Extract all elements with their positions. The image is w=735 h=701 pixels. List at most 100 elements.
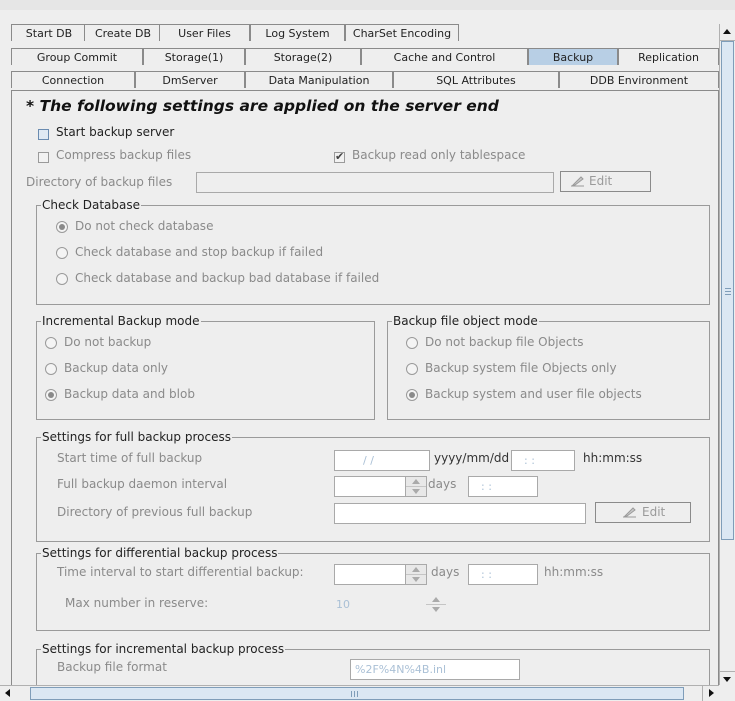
pencil-icon: [622, 505, 638, 525]
file-object-option-0-radio[interactable]: [406, 337, 418, 349]
spinner-up-icon[interactable]: [406, 477, 426, 487]
tab-ddb-environment[interactable]: DDB Environment: [559, 71, 719, 88]
differential-backup-title: Settings for differential backup process: [41, 546, 279, 560]
time-format-label: hh:mm:ss: [583, 451, 643, 465]
tab-cache-and-control[interactable]: Cache and Control: [361, 48, 528, 65]
vertical-scroll-thumb[interactable]: [721, 41, 734, 540]
full-backup-daemon-spinner[interactable]: [405, 476, 427, 497]
daemon-days-label: days: [428, 477, 457, 491]
file-object-option-1-radio[interactable]: [406, 363, 418, 375]
pencil-icon: [570, 174, 586, 194]
file-object-option-2-radio[interactable]: [406, 389, 418, 401]
start-backup-server-label: Start backup server: [56, 125, 175, 139]
server-settings-heading: * The following settings are applied on …: [26, 97, 499, 115]
edit-previous-dir-button[interactable]: Edit: [595, 502, 691, 523]
check-database-group: Check Database Do not check database Che…: [36, 198, 710, 305]
incremental-backup-title: Settings for incremental backup process: [41, 642, 286, 656]
backup-read-only-tablespace-label: Backup read only tablespace: [352, 148, 526, 162]
incremental-option-0-label: Do not backup: [64, 335, 152, 349]
backup-tab-panel: * The following settings are applied on …: [11, 90, 719, 686]
full-backup-daemon-field[interactable]: [334, 476, 406, 497]
full-backup-daemon-label: Full backup daemon interval: [57, 477, 228, 491]
tab-create-db[interactable]: Create DB: [84, 24, 162, 41]
check-option-1-radio[interactable]: [56, 247, 68, 259]
previous-full-backup-dir-field[interactable]: [334, 503, 586, 524]
max-number-reserve-label: Max number in reserve:: [65, 596, 209, 610]
tab-start-db[interactable]: Start DB: [11, 24, 87, 41]
backup-read-only-tablespace-checkbox[interactable]: ✔: [334, 150, 345, 163]
check-option-0-radio[interactable]: [56, 221, 68, 233]
window-top-strip: [0, 0, 735, 10]
spinner-down-icon[interactable]: [426, 605, 446, 614]
spinner-up-icon[interactable]: [426, 595, 446, 605]
selected-dot-icon: [59, 224, 65, 230]
edit-button-label: Edit: [589, 174, 613, 188]
checkmark-icon: ✔: [335, 150, 345, 163]
incremental-backup-settings-group: Settings for incremental backup process …: [36, 642, 710, 685]
full-backup-start-time-label: Start time of full backup: [57, 451, 203, 465]
start-backup-server-checkbox[interactable]: [38, 129, 49, 140]
check-option-2-radio[interactable]: [56, 273, 68, 285]
file-object-option-1-label: Backup system file Objects only: [425, 361, 617, 375]
check-option-0-label: Do not check database: [75, 219, 214, 233]
tab-data-manipulation[interactable]: Data Manipulation: [245, 71, 393, 88]
spinner-up-icon[interactable]: [406, 565, 426, 575]
file-object-option-0-label: Do not backup file Objects: [425, 335, 584, 349]
check-option-1-label: Check database and stop backup if failed: [75, 245, 324, 259]
scroll-up-arrow-icon[interactable]: [720, 24, 735, 41]
full-backup-date-field[interactable]: / /: [334, 450, 430, 471]
edit-button-label: Edit: [642, 505, 666, 519]
tab-replication[interactable]: Replication: [618, 48, 719, 65]
incremental-option-2-label: Backup data and blob: [64, 387, 195, 401]
horizontal-scroll-thumb[interactable]: [30, 687, 684, 700]
scroll-right-arrow-icon[interactable]: [702, 686, 719, 701]
incremental-option-1-radio[interactable]: [45, 363, 57, 375]
edit-directory-button[interactable]: Edit: [560, 171, 651, 192]
check-database-title: Check Database: [41, 198, 141, 212]
incremental-mode-title: Incremental Backup mode: [41, 314, 201, 328]
horizontal-scrollbar[interactable]: [0, 685, 719, 701]
full-backup-time-field[interactable]: : :: [511, 450, 575, 471]
incremental-option-2-radio[interactable]: [45, 389, 57, 401]
previous-full-backup-dir-label: Directory of previous full backup: [57, 505, 253, 519]
tab-connection[interactable]: Connection: [11, 71, 135, 88]
full-backup-title: Settings for full backup process: [41, 430, 232, 444]
backup-file-format-field[interactable]: %2F%4N%4B.inl: [350, 659, 520, 680]
file-object-option-2-label: Backup system and user file objects: [425, 387, 642, 401]
tab-backup[interactable]: Backup: [528, 48, 618, 65]
file-object-mode-group: Backup file object mode Do not backup fi…: [387, 314, 710, 420]
spinner-down-icon[interactable]: [406, 487, 426, 496]
differential-time-field[interactable]: : :: [468, 564, 538, 585]
scrollbar-corner: [719, 685, 735, 701]
incremental-backup-mode-group: Incremental Backup mode Do not backup Ba…: [36, 314, 375, 420]
tab-charset-encoding[interactable]: CharSet Encoding: [345, 24, 459, 41]
selected-dot-icon: [48, 392, 54, 398]
tab-storage-2[interactable]: Storage(2): [245, 48, 361, 65]
settings-window: Start DB Create DB User Files Log System…: [0, 0, 735, 701]
vertical-scrollbar[interactable]: [719, 24, 735, 688]
incremental-option-1-label: Backup data only: [64, 361, 169, 375]
tab-user-files[interactable]: User Files: [159, 24, 250, 41]
scroll-left-arrow-icon[interactable]: [0, 686, 16, 701]
file-object-mode-title: Backup file object mode: [392, 314, 539, 328]
tab-storage-1[interactable]: Storage(1): [143, 48, 245, 65]
directory-backup-files-field[interactable]: [196, 172, 554, 193]
compress-backup-files-label: Compress backup files: [56, 148, 192, 162]
compress-backup-files-checkbox[interactable]: [38, 152, 49, 163]
full-backup-daemon-time-field[interactable]: : :: [468, 476, 538, 497]
differential-days-label: days: [431, 565, 460, 579]
tab-log-system[interactable]: Log System: [250, 24, 345, 41]
max-number-reserve-spinner[interactable]: [426, 595, 448, 616]
incremental-option-0-radio[interactable]: [45, 337, 57, 349]
differential-interval-spinner[interactable]: [405, 564, 427, 585]
full-backup-settings-group: Settings for full backup process Start t…: [36, 430, 710, 542]
tab-sql-attributes[interactable]: SQL Attributes: [393, 71, 559, 88]
differential-interval-field[interactable]: [334, 564, 406, 585]
differential-backup-settings-group: Settings for differential backup process…: [36, 546, 710, 631]
differential-interval-label: Time interval to start differential back…: [57, 565, 304, 579]
spinner-down-icon[interactable]: [406, 575, 426, 584]
directory-backup-files-label: Directory of backup files: [26, 175, 173, 189]
tab-dmserver[interactable]: DmServer: [135, 71, 245, 88]
tab-group-commit[interactable]: Group Commit: [11, 48, 143, 65]
max-number-reserve-field[interactable]: 10: [332, 595, 426, 616]
